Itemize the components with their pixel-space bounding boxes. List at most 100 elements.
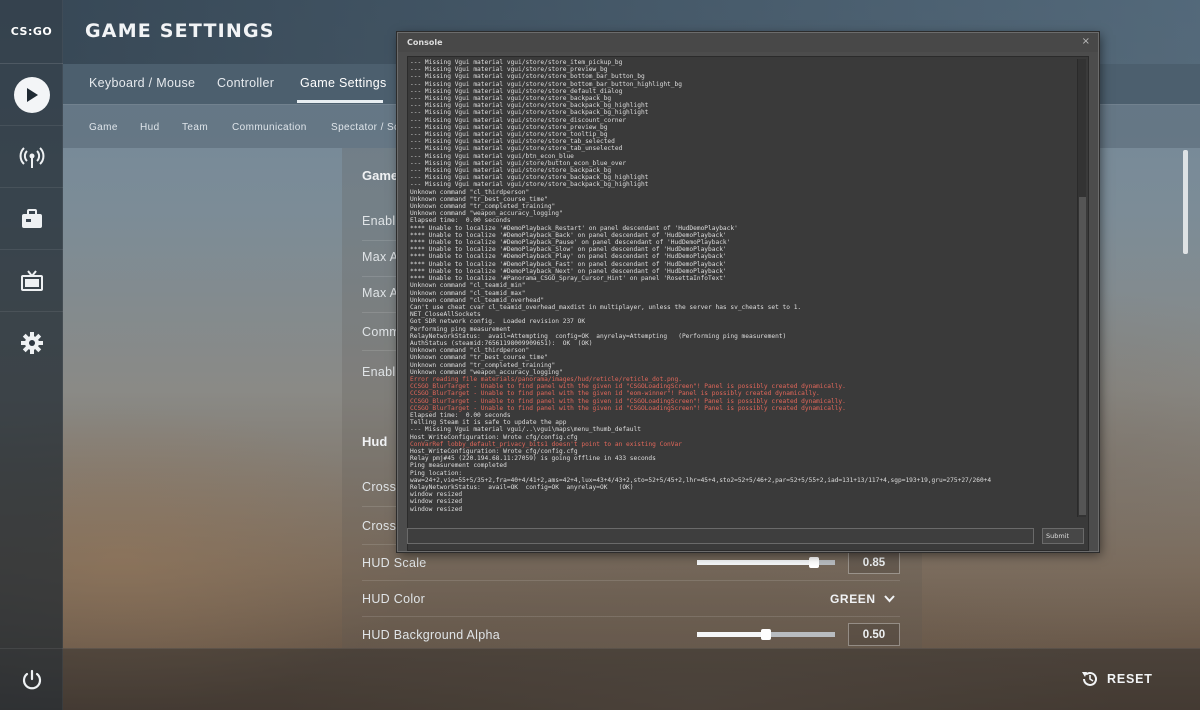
close-icon[interactable]: × <box>1082 36 1090 47</box>
console-line: --- Missing Vgui material vgui/store/sto… <box>410 181 649 189</box>
console-line: --- Missing Vgui material vgui/store/sto… <box>410 116 627 124</box>
console-line: --- Missing Vgui material vgui/store/sto… <box>410 123 608 131</box>
console-titlebar[interactable]: Console × <box>398 33 1098 52</box>
console-line: Telling Steam it is safe to update the a… <box>410 419 567 427</box>
console-submit-button[interactable]: Submit <box>1042 528 1084 544</box>
console-line: Unknown command "cl_teamid_overhead" <box>410 296 545 304</box>
logo-text: CS:GO <box>10 25 53 38</box>
console-line: Performing ping measurement <box>410 325 511 333</box>
console-line: Unknown command "tr_best_course_time" <box>410 354 548 362</box>
console-line: --- Missing Vgui material vgui/store/sto… <box>410 73 645 81</box>
tab-keyboard-mouse[interactable]: Keyboard / Mouse <box>89 76 195 90</box>
subtab-team[interactable]: Team <box>182 122 208 133</box>
power-icon <box>22 669 41 689</box>
page-scrollbar[interactable] <box>1183 150 1188 254</box>
console-line: **** Unable to localize '#Panorama_CSGO_… <box>410 275 727 283</box>
console-line: Unknown command "tr_best_course_time" <box>410 195 548 203</box>
console-line: CCSGO_BlurTarget - Unable to find panel … <box>410 404 846 412</box>
console-line: --- Missing Vgui material vgui/store/sto… <box>410 59 623 66</box>
console-line: RelayNetworkStatus: avail=Attempting con… <box>410 332 787 340</box>
console-line: Unknown command "tr_completed_training" <box>410 361 556 369</box>
tab-game-settings[interactable]: Game Settings <box>300 76 387 90</box>
console-line: --- Missing Vgui material vgui/store/but… <box>410 159 627 167</box>
tab-controller[interactable]: Controller <box>217 76 274 90</box>
subtab-spectator[interactable]: Spectator / Sc <box>331 122 399 133</box>
hud-bg-alpha-slider[interactable] <box>697 629 835 640</box>
console-line: CCSGO_BlurTarget - Unable to find panel … <box>410 383 846 391</box>
console-line: Host_WriteConfiguration: Wrote cfg/confi… <box>410 447 578 455</box>
hud-color-label: HUD Color <box>362 592 426 606</box>
console-line: **** Unable to localize '#DemoPlayback_R… <box>410 224 738 232</box>
console-line: Unknown command "tr_completed_training" <box>410 203 556 211</box>
section-hud-heading: Hud <box>362 434 388 449</box>
watch-button[interactable] <box>0 126 63 188</box>
csgo-logo[interactable]: CS:GO <box>0 0 63 64</box>
hud-bg-alpha-value[interactable]: 0.50 <box>848 623 900 646</box>
subtab-hud[interactable]: Hud <box>140 122 160 133</box>
console-line: Unknown command "cl_thirdperson" <box>410 188 530 196</box>
row-divider <box>362 616 900 617</box>
console-command-input[interactable] <box>407 528 1034 544</box>
console-window[interactable]: Console × --- Missing Vgui material vgui… <box>397 32 1099 552</box>
console-line: --- Missing Vgui material vgui/store/sto… <box>410 66 608 74</box>
reset-button[interactable]: RESET <box>1081 670 1153 688</box>
section-game-heading: Game <box>362 168 399 183</box>
console-line: --- Missing Vgui material vgui/store/sto… <box>410 80 682 88</box>
console-line: --- Missing Vgui material vgui/store/sto… <box>410 109 649 117</box>
console-line: Unknown command "weapon_accuracy_logging… <box>410 210 563 218</box>
console-scrollbar[interactable] <box>1077 59 1086 517</box>
console-line: AuthStatus (steamid:76561198009909651): … <box>410 339 593 347</box>
inventory-icon <box>21 208 42 228</box>
console-line: Host_WriteConfiguration: Wrote cfg/confi… <box>410 433 578 441</box>
console-line: CCSGO_BlurTarget - Unable to find panel … <box>410 397 846 405</box>
console-line: **** Unable to localize '#DemoPlayback_N… <box>410 267 727 275</box>
console-line: CCSGO_BlurTarget - Unable to find panel … <box>410 390 820 398</box>
play-icon <box>13 76 50 113</box>
console-line: Relay pmj#45 (220.194.68.11:27059) is go… <box>410 455 656 463</box>
console-line: window resized <box>410 505 463 513</box>
tv-button[interactable] <box>0 250 63 312</box>
quit-button[interactable] <box>0 648 63 710</box>
setting-row-label: Max A <box>362 250 399 264</box>
bottom-bar <box>63 648 1200 710</box>
console-line: window resized <box>410 491 463 499</box>
console-line: Elapsed time: 0.00 seconds <box>410 411 511 419</box>
subtab-communication[interactable]: Communication <box>232 122 307 133</box>
setting-row-label: Comm <box>362 325 401 339</box>
console-line: Unknown command "cl_teamid_min" <box>410 282 526 290</box>
play-button[interactable] <box>0 64 63 126</box>
console-scrollbar-thumb[interactable] <box>1079 197 1086 515</box>
console-line: **** Unable to localize '#DemoPlayback_P… <box>410 253 727 261</box>
console-line: --- Missing Vgui material vgui/store/sto… <box>410 87 623 95</box>
console-line: --- Missing Vgui material vgui/store/sto… <box>410 174 649 182</box>
hud-scale-slider[interactable] <box>697 557 835 568</box>
console-line: --- Missing Vgui material vgui/..\vgui\m… <box>410 426 641 434</box>
reset-label: RESET <box>1107 672 1153 686</box>
console-title: Console <box>407 38 443 47</box>
hud-color-dropdown[interactable]: GREEN <box>830 592 895 606</box>
console-line: window resized <box>410 498 463 506</box>
slider-handle[interactable] <box>761 629 771 640</box>
hud-scale-value[interactable]: 0.85 <box>848 551 900 574</box>
slider-handle[interactable] <box>809 557 820 568</box>
subtab-game[interactable]: Game <box>89 122 118 133</box>
console-line: Ping measurement completed <box>410 462 507 470</box>
console-line: Ping location: <box>410 469 463 477</box>
console-line: --- Missing Vgui material vgui/store/sto… <box>410 145 623 153</box>
page-title: GAME SETTINGS <box>85 20 275 42</box>
console-output: --- Missing Vgui material vgui/store/sto… <box>407 56 1089 551</box>
console-line: --- Missing Vgui material vgui/store/sto… <box>410 138 615 146</box>
chevron-down-icon <box>883 595 895 603</box>
console-line: Error reading file materials/panorama/im… <box>410 375 682 383</box>
active-tab-indicator <box>297 100 383 103</box>
console-line: --- Missing Vgui material vgui/store/sto… <box>410 102 649 110</box>
console-line: --- Missing Vgui material vgui/store/sto… <box>410 131 608 139</box>
hud-bg-alpha-label: HUD Background Alpha <box>362 628 501 642</box>
console-line: --- Missing Vgui material vgui/btn_econ_… <box>410 152 574 160</box>
console-log: --- Missing Vgui material vgui/store/sto… <box>410 59 1070 513</box>
console-line: **** Unable to localize '#DemoPlayback_S… <box>410 246 727 254</box>
inventory-button[interactable] <box>0 188 63 250</box>
settings-button[interactable] <box>0 312 63 374</box>
console-line: waw=24+2,vie=55+5/35+2,fra=40+4/41+2,ams… <box>410 476 992 484</box>
gear-icon <box>20 332 43 354</box>
